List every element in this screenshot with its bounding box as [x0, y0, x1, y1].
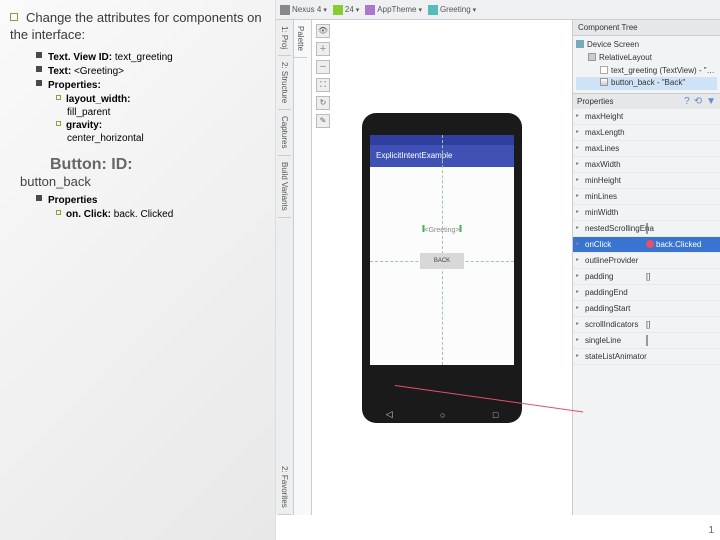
tv-id-value: text_greeting: [115, 52, 173, 63]
tab-structure[interactable]: 2: Structure: [278, 56, 291, 110]
property-row-onClick[interactable]: onClickback.Clicked: [573, 237, 720, 253]
layout-icon: [588, 53, 596, 61]
text-value: <Greeting>: [74, 66, 124, 77]
tab-captures[interactable]: Captures: [278, 110, 291, 155]
property-row-outlineProvider[interactable]: outlineProvider: [573, 253, 720, 269]
bullet-icon: [10, 13, 18, 21]
device-frame: ExplicitIntentExample <Greeting> BACK ◁ …: [362, 113, 522, 423]
settings-icon[interactable]: ✎: [316, 114, 330, 128]
tree-button[interactable]: button_back - "Back": [576, 77, 717, 90]
nav-recent-icon[interactable]: □: [493, 410, 498, 420]
button-id-value: button_back: [20, 174, 269, 189]
refresh-icon[interactable]: ↻: [316, 96, 330, 110]
property-row-minHeight[interactable]: minHeight: [573, 173, 720, 189]
nav-home-icon[interactable]: ○: [440, 410, 445, 420]
status-bar: [370, 135, 514, 145]
property-row-singleLine[interactable]: singleLine: [573, 333, 720, 349]
property-row-minLines[interactable]: minLines: [573, 189, 720, 205]
bullet-tiny-icon: [56, 210, 61, 215]
tab-palette[interactable]: Palette: [294, 20, 307, 58]
android-icon: [333, 5, 343, 15]
tree-device[interactable]: Device Screen: [576, 39, 717, 52]
activity-dropdown[interactable]: Greeting▾: [428, 5, 476, 15]
help-icon[interactable]: ?: [684, 96, 690, 107]
eye-icon[interactable]: 👁: [316, 24, 330, 38]
component-tree-title: Component Tree: [573, 20, 720, 36]
tab-build-variants[interactable]: Build Variants: [278, 156, 291, 218]
tv-id-label: Text. View ID:: [48, 52, 112, 63]
property-row-maxLength[interactable]: maxLength: [573, 125, 720, 141]
property-row-paddingEnd[interactable]: paddingEnd: [573, 285, 720, 301]
bullet-sm-icon: [36, 195, 42, 201]
page-number: 1: [708, 525, 714, 536]
bullet-sm-icon: [36, 52, 42, 58]
main-bullet: Change the attributes for components on …: [10, 10, 262, 42]
zoom-in-icon[interactable]: ＋: [316, 42, 330, 56]
property-row-paddingStart[interactable]: paddingStart: [573, 301, 720, 317]
filter-icon[interactable]: ▼: [706, 96, 716, 107]
button-icon: [600, 78, 608, 86]
property-row-minWidth[interactable]: minWidth: [573, 205, 720, 221]
phone-icon: [280, 5, 290, 15]
lw-label: layout_width:: [66, 94, 130, 105]
designer-toolbar: Nexus 4▾ 24▾ AppTheme▾ Greeting▾: [276, 0, 720, 20]
bullet-sm-icon: [36, 80, 42, 86]
nav-back-icon[interactable]: ◁: [386, 409, 393, 420]
gravity-value: center_horizontal: [67, 133, 269, 144]
bullet-tiny-icon: [56, 121, 61, 126]
api-dropdown[interactable]: 24▾: [333, 5, 359, 15]
tab-favorites[interactable]: 2: Favorites: [278, 460, 291, 515]
device-screen[interactable]: ExplicitIntentExample <Greeting> BACK: [370, 135, 514, 365]
bullet-tiny-icon: [56, 95, 61, 100]
lw-value: fill_parent: [67, 107, 269, 118]
property-row-stateListAnimator[interactable]: stateListAnimator: [573, 349, 720, 365]
button-back[interactable]: BACK: [420, 253, 464, 269]
onclick-label: on. Click:: [66, 209, 111, 220]
property-row-maxLines[interactable]: maxLines: [573, 141, 720, 157]
guide-vertical: [442, 135, 443, 365]
onclick-value: back. Clicked: [114, 209, 173, 220]
device-dropdown[interactable]: Nexus 4▾: [280, 5, 327, 15]
app-bar: ExplicitIntentExample: [370, 145, 514, 167]
props-label: Properties:: [48, 80, 101, 91]
zoom-out-icon[interactable]: －: [316, 60, 330, 74]
restore-icon[interactable]: ⟲: [694, 96, 702, 107]
bullet-sm-icon: [36, 66, 42, 72]
property-row-nestedScrollingEna[interactable]: nestedScrollingEna: [573, 221, 720, 237]
tab-project[interactable]: 1: Proj: [278, 20, 291, 56]
textview-icon: [600, 66, 608, 74]
property-row-maxWidth[interactable]: maxWidth: [573, 157, 720, 173]
btn-props-label: Properties: [48, 195, 97, 206]
tree-textview[interactable]: text_greeting (TextView) - "<G: [576, 65, 717, 78]
tree-layout[interactable]: RelativeLayout: [576, 52, 717, 65]
properties-header: Properties ?⟲▼: [573, 94, 720, 109]
activity-icon: [428, 5, 438, 15]
text-label: Text:: [48, 66, 71, 77]
fit-icon[interactable]: ⛶: [316, 78, 330, 92]
phone-icon: [576, 40, 584, 48]
property-row-scrollIndicators[interactable]: scrollIndicators[]: [573, 317, 720, 333]
theme-icon: [365, 5, 375, 15]
textview-greeting[interactable]: <Greeting>: [422, 225, 461, 234]
button-heading: Button: ID:: [50, 156, 269, 174]
gravity-label: gravity:: [66, 120, 102, 131]
property-row-padding[interactable]: padding[]: [573, 269, 720, 285]
theme-dropdown[interactable]: AppTheme▾: [365, 5, 422, 15]
property-row-maxHeight[interactable]: maxHeight: [573, 109, 720, 125]
